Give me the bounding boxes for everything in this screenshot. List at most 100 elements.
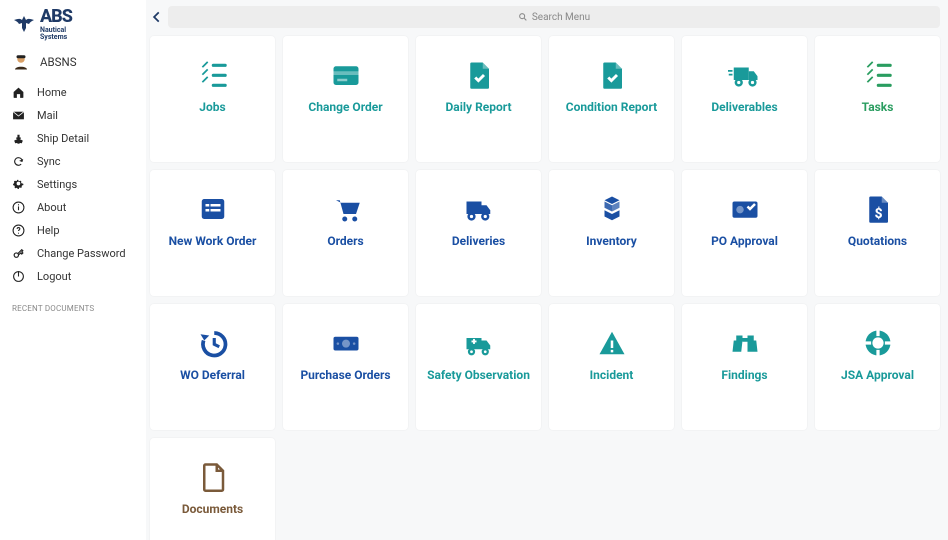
brand-subtext-2: Systems xyxy=(40,34,72,40)
sidebar: ABS Nautical Systems ABSNS Home Mail Ship … xyxy=(0,0,146,540)
tile-label: Condition Report xyxy=(566,100,657,114)
tile-deliverables[interactable]: Deliverables xyxy=(682,36,807,162)
tile-incident[interactable]: Incident xyxy=(549,304,674,430)
tile-findings[interactable]: Findings xyxy=(682,304,807,430)
nav-label: Change Password xyxy=(37,247,126,260)
tile-jobs[interactable]: Jobs xyxy=(150,36,275,162)
list-box-icon xyxy=(196,194,230,224)
eagle-icon xyxy=(10,12,38,36)
truck-icon xyxy=(462,194,496,224)
tile-label: Tasks xyxy=(862,100,894,114)
sync-icon xyxy=(12,155,25,168)
tile-label: New Work Order xyxy=(169,234,257,248)
home-icon xyxy=(12,86,25,99)
file-check-icon xyxy=(462,60,496,90)
tile-label: WO Deferral xyxy=(180,368,245,382)
tile-label: Quotations xyxy=(848,234,907,248)
tile-daily-report[interactable]: Daily Report xyxy=(416,36,541,162)
ship-icon xyxy=(12,132,25,145)
nav-label: Settings xyxy=(37,178,77,191)
boxes-icon xyxy=(595,194,629,224)
tile-label: Safety Observation xyxy=(427,368,530,382)
nav-label: Mail xyxy=(37,109,58,122)
search-input[interactable]: Search Menu xyxy=(168,6,940,28)
lifebuoy-icon xyxy=(861,328,895,358)
nav-item-mail[interactable]: Mail xyxy=(10,104,136,127)
tile-label: Findings xyxy=(721,368,767,382)
nav-item-home[interactable]: Home xyxy=(10,81,136,104)
file-check-icon xyxy=(595,60,629,90)
cart-icon xyxy=(329,194,363,224)
tile-quotations[interactable]: Quotations xyxy=(815,170,940,296)
nav-label: Home xyxy=(37,86,67,99)
nav-item-ship-detail[interactable]: Ship Detail xyxy=(10,127,136,150)
recent-documents-label: RECENT DOCUMENTS xyxy=(10,304,136,313)
money-check-icon xyxy=(728,194,762,224)
tile-po-approval[interactable]: PO Approval xyxy=(682,170,807,296)
money-icon xyxy=(329,328,363,358)
nav-label: Ship Detail xyxy=(37,132,89,145)
back-chevron-icon[interactable] xyxy=(150,10,164,24)
user-avatar-icon xyxy=(12,53,30,71)
nav-list: Home Mail Ship Detail Sync Settings About Help… xyxy=(10,81,136,288)
nav-item-help[interactable]: Help xyxy=(10,219,136,242)
tile-label: Deliverables xyxy=(711,100,777,114)
app-logo: ABS Nautical Systems xyxy=(10,8,136,41)
nav-item-sync[interactable]: Sync xyxy=(10,150,136,173)
nav-item-logout[interactable]: Logout xyxy=(10,265,136,288)
tile-label: JSA Approval xyxy=(841,368,914,382)
binoculars-icon xyxy=(728,328,762,358)
nav-item-about[interactable]: About xyxy=(10,196,136,219)
tile-documents[interactable]: Documents xyxy=(150,438,275,540)
tile-condition-report[interactable]: Condition Report xyxy=(549,36,674,162)
tile-label: Daily Report xyxy=(445,100,511,114)
nav-item-change-password[interactable]: Change Password xyxy=(10,242,136,265)
mail-icon xyxy=(12,109,25,122)
main-content: Search Menu Jobs Change Order Daily Report… xyxy=(146,0,948,540)
nav-label: Logout xyxy=(37,270,71,283)
file-icon xyxy=(196,462,230,492)
tile-deliveries[interactable]: Deliveries xyxy=(416,170,541,296)
power-icon xyxy=(12,270,25,283)
tile-change-order[interactable]: Change Order xyxy=(283,36,408,162)
info-icon xyxy=(12,201,25,214)
warning-icon xyxy=(595,328,629,358)
tile-safety-observation[interactable]: Safety Observation xyxy=(416,304,541,430)
tile-label: Purchase Orders xyxy=(300,368,390,382)
tile-label: Incident xyxy=(590,368,634,382)
checklist-icon xyxy=(861,60,895,90)
file-dollar-icon xyxy=(861,194,895,224)
brand-text: ABS xyxy=(40,8,72,26)
tile-orders[interactable]: Orders xyxy=(283,170,408,296)
tile-jsa-approval[interactable]: JSA Approval xyxy=(815,304,940,430)
checklist-icon xyxy=(196,60,230,90)
tile-label: Inventory xyxy=(586,234,637,248)
tile-inventory[interactable]: Inventory xyxy=(549,170,674,296)
tile-label: Deliveries xyxy=(452,234,505,248)
tile-tasks[interactable]: Tasks xyxy=(815,36,940,162)
tile-label: Orders xyxy=(327,234,363,248)
ambulance-icon xyxy=(462,328,496,358)
tile-label: Documents xyxy=(182,502,243,516)
tile-wo-deferral[interactable]: WO Deferral xyxy=(150,304,275,430)
nav-item-settings[interactable]: Settings xyxy=(10,173,136,196)
user-row[interactable]: ABSNS xyxy=(10,47,136,77)
nav-label: Sync xyxy=(37,155,61,168)
tile-new-work-order[interactable]: New Work Order xyxy=(150,170,275,296)
nav-label: About xyxy=(37,201,66,214)
search-icon xyxy=(518,12,528,22)
clock-back-icon xyxy=(196,328,230,358)
top-bar: Search Menu xyxy=(150,6,940,28)
key-icon xyxy=(12,247,25,260)
tile-label: Change Order xyxy=(308,100,382,114)
menu-grid: Jobs Change Order Daily Report Condition Re… xyxy=(146,36,940,540)
truck-fast-icon xyxy=(728,60,762,90)
help-icon xyxy=(12,224,25,237)
search-placeholder: Search Menu xyxy=(532,12,590,23)
tile-label: PO Approval xyxy=(711,234,778,248)
nav-label: Help xyxy=(37,224,60,237)
tile-purchase-orders[interactable]: Purchase Orders xyxy=(283,304,408,430)
user-name-label: ABSNS xyxy=(40,55,77,69)
gear-icon xyxy=(12,178,25,191)
tile-label: Jobs xyxy=(199,100,225,114)
